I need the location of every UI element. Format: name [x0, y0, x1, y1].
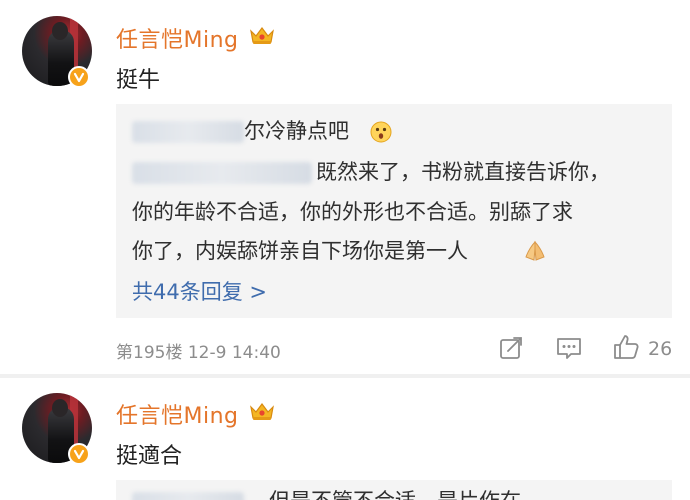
comment-icon[interactable] — [555, 335, 583, 361]
reply-line: 尔冷静点吧 — [244, 119, 349, 143]
comment-text: 挺適合 — [116, 444, 183, 469]
verified-badge-icon — [68, 443, 90, 465]
reply-line: ，但是不管不合适，是片作在 — [248, 486, 521, 500]
like-count: 26 — [648, 338, 673, 360]
crown-vip-icon — [250, 403, 274, 420]
avatar-head — [52, 399, 68, 417]
pray-hands-emoji-icon — [525, 240, 545, 261]
thumbs-up-icon[interactable] — [612, 333, 640, 361]
blurred-username — [132, 121, 244, 143]
verified-badge-icon — [68, 66, 90, 88]
reply-box[interactable]: 尔冷静点吧 既然来了，书粉就直接告诉你， 你的年龄不合适，你的外形也不合适。别舔… — [116, 104, 672, 318]
more-replies-link[interactable]: 共44条回复 > — [132, 276, 267, 306]
reply-line: 既然来了，书粉就直接告诉你， — [316, 160, 610, 184]
crown-vip-icon — [250, 27, 274, 44]
blurred-username — [132, 492, 244, 500]
comment-item: 任言恺Ming 挺適合 ，但是不管不合适，是片作在 — [0, 378, 690, 500]
reply-box[interactable]: ，但是不管不合适，是片作在 — [116, 480, 672, 500]
avatar-head — [52, 22, 68, 40]
username[interactable]: 任言恺Ming — [116, 398, 239, 430]
floor-and-time: 第195楼 12-9 14:40 — [116, 343, 281, 363]
reply-line: 你的年龄不合适，你的外形也不合适。别舔了求 — [132, 200, 573, 224]
comment-item: 任言恺Ming 挺牛 尔冷静点吧 既然来了，书粉就直接告诉你， 你的年龄不合适，… — [0, 0, 690, 378]
surprised-emoji-icon — [370, 121, 392, 143]
blurred-username — [132, 162, 312, 184]
comment-text: 挺牛 — [116, 68, 161, 93]
reply-line: 你了，内娱舔饼亲自下场你是第一人 — [132, 239, 468, 263]
share-icon[interactable] — [498, 335, 524, 361]
username[interactable]: 任言恺Ming — [116, 22, 239, 54]
